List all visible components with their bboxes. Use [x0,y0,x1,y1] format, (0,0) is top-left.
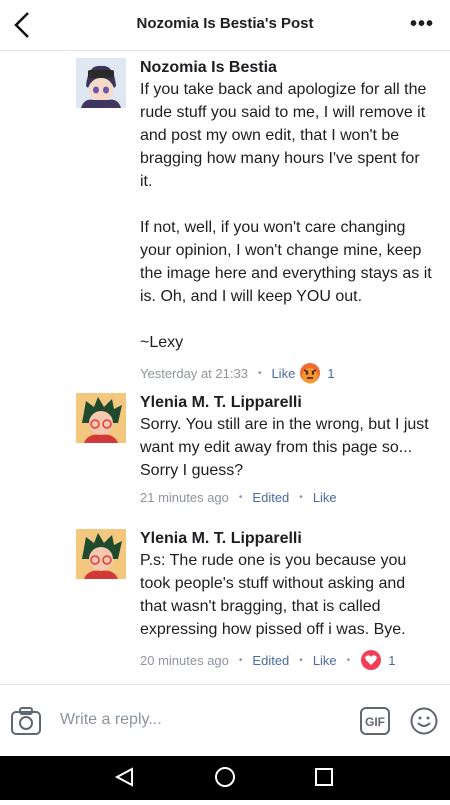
reply-composer: Write a reply... GIF [0,684,450,757]
system-nav-bar [0,756,450,800]
reaction-summary[interactable]: 1 [299,362,335,384]
emoji-icon[interactable] [410,707,438,735]
comment: Ylenia M. T. Lipparelli Sorry. You still… [76,393,436,505]
comment-author[interactable]: Ylenia M. T. Lipparelli [140,393,436,413]
camera-icon[interactable] [10,706,42,736]
like-button[interactable]: Like [313,653,337,668]
comment-text: Sorry. You still are in the wrong, but I… [140,416,434,479]
edited-link[interactable]: Edited [252,653,289,668]
top-bar: Nozomia Is Bestia's Post ••• [0,0,450,51]
like-button[interactable]: Like [313,490,337,505]
comment: Ylenia M. T. Lipparelli P.s: The rude on… [76,529,436,671]
avatar[interactable] [76,529,126,579]
reaction-count: 1 [327,365,335,381]
reaction-count: 1 [388,652,396,668]
love-reaction-icon [361,650,382,670]
nav-back-icon[interactable] [114,767,133,787]
separator-dot: • [238,654,243,666]
avatar-image [76,529,126,579]
comment-timestamp: 20 minutes ago [140,652,229,668]
separator-dot: • [299,492,303,503]
separator-dot: • [346,654,351,666]
more-options-icon[interactable]: ••• [410,14,434,34]
nav-buttons [114,767,333,787]
angry-reaction-icon [300,363,321,384]
separator-dot: • [299,654,303,666]
comment-meta: 20 minutes ago • Edited • Like • 1 [140,649,436,671]
reply-input[interactable]: Write a reply... [60,711,162,729]
separator-dot: • [238,492,243,503]
like-button[interactable]: Like [271,366,295,381]
avatar[interactable] [76,393,126,443]
gif-label: GIF [365,715,385,729]
reaction-summary[interactable]: 1 [360,649,395,671]
comment-author[interactable]: Nozomia Is Bestia [140,58,436,78]
comment: Nozomia Is Bestia If you take back and a… [76,58,436,384]
gif-button[interactable]: GIF [360,707,390,735]
avatar[interactable] [76,58,126,108]
avatar-image [76,393,126,443]
edited-link[interactable]: Edited [252,490,289,505]
page-title: Nozomia Is Bestia's Post [136,15,314,32]
comment-timestamp: 21 minutes ago [140,490,229,505]
comment-author[interactable]: Ylenia M. T. Lipparelli [140,529,436,549]
separator-dot: • [257,367,262,379]
avatar-image [76,58,126,108]
nav-recents-icon[interactable] [315,768,333,786]
comment-timestamp: Yesterday at 21:33 [140,365,248,381]
comment-text: If you take back and apologize for all t… [140,81,432,351]
comment-meta: 21 minutes ago • Edited • Like [140,490,436,505]
comment-meta: Yesterday at 21:33 • Like 1 [140,362,436,384]
nav-home-icon[interactable] [215,767,235,787]
comment-text: P.s: The rude one is you because you too… [140,552,411,638]
